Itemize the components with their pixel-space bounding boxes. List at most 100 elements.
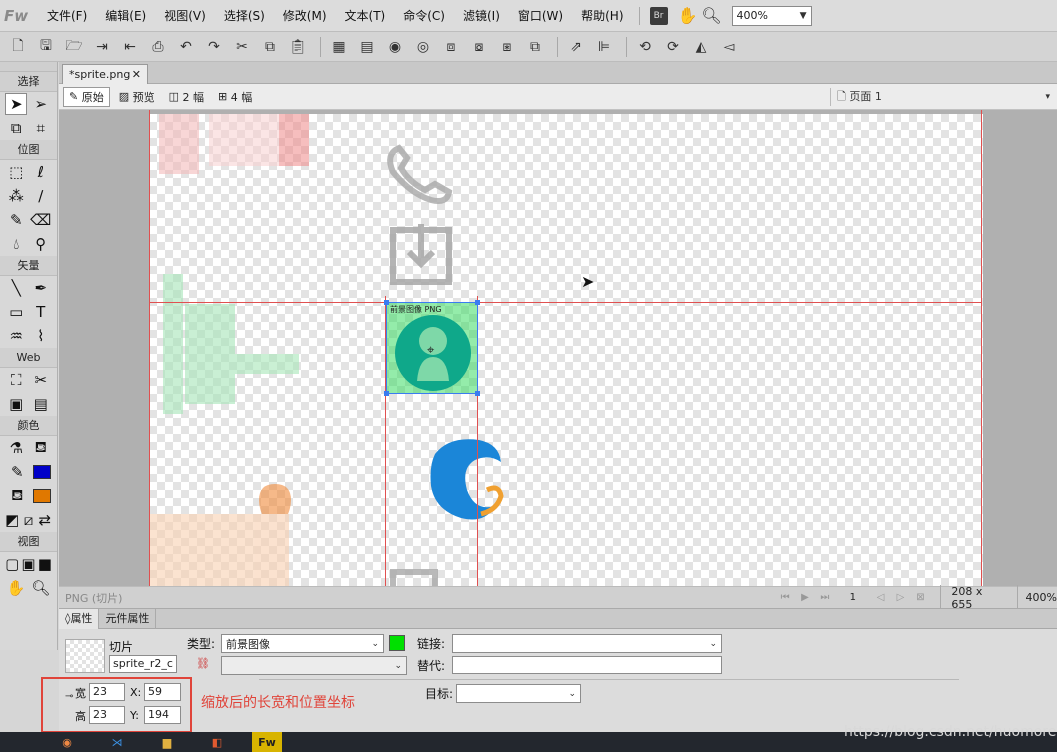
next-frame-icon[interactable]: ▷	[891, 592, 911, 603]
save-icon[interactable]: 🖫	[34, 35, 58, 59]
vscode-icon[interactable]: ⋊	[102, 732, 132, 752]
rectangle-tool-icon[interactable]: ▭	[5, 301, 27, 323]
slice-handle[interactable]	[384, 391, 389, 396]
full-screen-menu-icon[interactable]: ▣	[20, 553, 36, 575]
undo-icon[interactable]: ↶	[174, 35, 198, 59]
distribute-icon[interactable]: ⇗	[564, 35, 588, 59]
document-tab[interactable]: *sprite.png ✕	[62, 64, 148, 84]
join-icon[interactable]: ◉	[383, 35, 407, 59]
redo-icon[interactable]: ↷	[202, 35, 226, 59]
menu-help[interactable]: 帮助(H)	[572, 0, 632, 32]
stop-icon[interactable]: ⊠	[910, 592, 930, 603]
default-colors-icon[interactable]: ◩	[4, 509, 20, 531]
bring-forward-icon[interactable]: ⧇	[467, 35, 491, 59]
print-icon[interactable]: ⎙	[146, 35, 170, 59]
last-frame-icon[interactable]: ⏭	[815, 592, 835, 603]
document-canvas[interactable]	[149, 114, 983, 586]
fill-color-swatch[interactable]	[32, 489, 51, 503]
guide-vertical[interactable]	[149, 110, 150, 586]
magic-wand-icon[interactable]: ⁂	[5, 185, 27, 207]
pencil-tool-icon[interactable]: ✎	[5, 209, 27, 231]
first-frame-icon[interactable]: ⏮	[775, 592, 795, 603]
stamp-tool-icon[interactable]: ⚲	[30, 233, 52, 255]
menu-commands[interactable]: 命令(C)	[394, 0, 454, 32]
crop-tool-icon[interactable]: ⌗	[30, 117, 52, 139]
view-2up-button[interactable]: ◫ 2 幅	[164, 87, 209, 107]
pointer-tool-icon[interactable]: ➤	[5, 93, 28, 115]
slice-tool-icon[interactable]: ✂	[30, 369, 52, 391]
file-explorer-icon[interactable]: ▆	[152, 732, 182, 752]
hide-slices-icon[interactable]: ▣	[5, 393, 27, 415]
page-select[interactable]: 🗋︎ 页面 1 ▾	[830, 88, 1050, 106]
selected-slice[interactable]: 前景图像 PNG ⌖	[384, 300, 480, 396]
menu-file[interactable]: 文件(F)	[38, 0, 96, 32]
eraser-tool-icon[interactable]: ⌫	[30, 209, 52, 231]
export-icon[interactable]: ⇤	[118, 35, 142, 59]
slice-handle[interactable]	[475, 300, 480, 305]
bring-to-front-icon[interactable]: ⧈	[439, 35, 463, 59]
menu-select[interactable]: 选择(S)	[215, 0, 274, 32]
tab-properties[interactable]: ◊属性	[59, 609, 100, 629]
slice-handle[interactable]	[475, 391, 480, 396]
view-preview-button[interactable]: ▨ 预览	[114, 87, 160, 107]
line-tool-icon[interactable]: ╲	[5, 277, 27, 299]
eyedropper-tool-icon[interactable]: ⚗	[5, 437, 27, 459]
alt-input[interactable]	[452, 656, 722, 674]
zoom-select[interactable]: 400% ▼	[731, 5, 812, 26]
play-icon[interactable]: ▶	[795, 592, 815, 603]
blur-tool-icon[interactable]: 💧︎	[5, 233, 27, 255]
lasso-tool-icon[interactable]: ℓ	[30, 161, 52, 183]
flip-horizontal-icon[interactable]: ◭	[689, 35, 713, 59]
scale-tool-icon[interactable]: ⧉	[5, 117, 27, 139]
marquee-tool-icon[interactable]: ⬚	[5, 161, 27, 183]
no-color-icon[interactable]: ⧄	[20, 509, 36, 531]
menu-edit[interactable]: 编辑(E)	[96, 0, 155, 32]
guide-horizontal[interactable]	[149, 302, 981, 303]
view-original-button[interactable]: ✎ 原始	[63, 86, 110, 107]
target-select[interactable]: ⌄	[456, 684, 581, 703]
close-icon[interactable]: ✕	[132, 68, 141, 81]
menu-modify[interactable]: 修改(M)	[274, 0, 336, 32]
object-name-input[interactable]: sprite_r2_c	[109, 655, 177, 673]
fireworks-taskbar-icon[interactable]: Fw	[252, 732, 282, 752]
paint-bucket-icon[interactable]: ⛾	[30, 437, 52, 459]
tab-symbol-properties[interactable]: 元件属性	[99, 609, 157, 629]
menu-window[interactable]: 窗口(W)	[509, 0, 572, 32]
copy-icon[interactable]: ⧉	[258, 35, 282, 59]
hand-tool-icon[interactable]: ✋	[5, 577, 27, 599]
powerpoint-icon[interactable]: ◧	[202, 732, 232, 752]
link-input[interactable]: ⌄	[452, 634, 722, 653]
bridge-button[interactable]: Br	[649, 6, 668, 25]
menu-view[interactable]: 视图(V)	[155, 0, 215, 32]
cut-icon[interactable]: ✂	[230, 35, 254, 59]
stroke-color-swatch[interactable]	[32, 465, 51, 479]
send-to-back-icon[interactable]: ⧉	[523, 35, 547, 59]
slice-color-chip[interactable]	[389, 635, 405, 651]
rotate-left-icon[interactable]: ⟲	[633, 35, 657, 59]
view-4up-button[interactable]: ⊞ 4 幅	[213, 87, 257, 107]
panel-grip[interactable]	[0, 62, 57, 72]
guide-vertical[interactable]	[981, 110, 982, 586]
brush-tool-icon[interactable]: ∕	[30, 185, 52, 207]
hotspot-tool-icon[interactable]: ⛶	[5, 369, 27, 391]
full-screen-icon[interactable]: ■	[37, 553, 53, 575]
type-select[interactable]: 前景图像 ⌄	[221, 634, 384, 653]
slice-handle[interactable]	[384, 300, 389, 305]
knife-tool-icon[interactable]: ⌇	[30, 325, 52, 347]
flip-vertical-icon[interactable]: ◅	[717, 35, 741, 59]
subselect-tool-icon[interactable]: ➢	[30, 93, 52, 115]
zoom-icon[interactable]: 🔍︎	[700, 4, 724, 28]
freeform-tool-icon[interactable]: ♒	[5, 325, 27, 347]
paste-icon[interactable]: 📋︎	[286, 35, 310, 59]
hand-icon[interactable]: ✋	[676, 4, 700, 28]
send-backward-icon[interactable]: ⧆	[495, 35, 519, 59]
standard-screen-icon[interactable]: ▢	[4, 553, 20, 575]
ungroup-icon[interactable]: ▤	[355, 35, 379, 59]
prev-frame-icon[interactable]: ◁	[871, 592, 891, 603]
pen-tool-icon[interactable]: ✒	[30, 277, 52, 299]
new-file-icon[interactable]: 🗋	[6, 35, 30, 59]
align-icon[interactable]: ⊫	[592, 35, 616, 59]
rotate-right-icon[interactable]: ⟳	[661, 35, 685, 59]
text-tool-icon[interactable]: T	[30, 301, 52, 323]
swap-colors-icon[interactable]: ⇄	[37, 509, 53, 531]
